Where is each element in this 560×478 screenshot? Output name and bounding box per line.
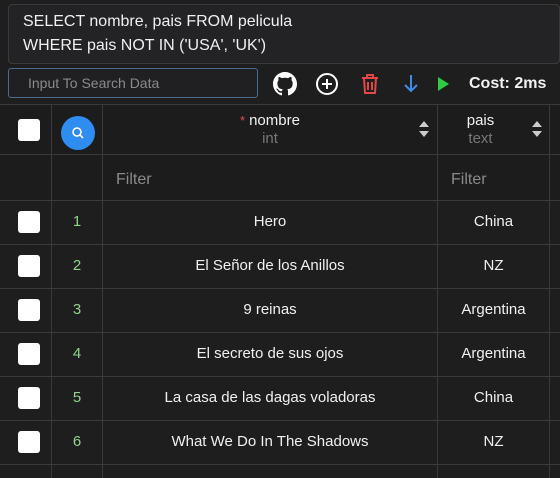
cell-nombre[interactable]: 9 reinas [103,301,437,318]
row-checkbox[interactable] [18,211,40,233]
filter-input-nombre[interactable] [116,166,426,194]
add-circle-icon[interactable] [314,71,340,97]
grid-line [0,154,560,155]
table-row[interactable]: 5 La casa de las dagas voladoras China [0,376,560,420]
cell-nombre[interactable]: El Señor de los Anillos [103,257,437,274]
cell-pais[interactable]: NZ [438,257,549,274]
sql-line-2: WHERE pais NOT IN ('USA', 'UK') [23,37,267,54]
column-type-nombre: int [262,130,278,147]
row-search-button[interactable] [61,116,95,150]
cell-pais[interactable]: Argentina [438,345,549,362]
grid-line [549,104,550,478]
row-checkbox[interactable] [18,387,40,409]
column-name-nombre: nombre [249,112,300,129]
table-row[interactable]: 4 El secreto de sus ojos Argentina [0,332,560,376]
sql-editor[interactable]: SELECT nombre, pais FROM pelicula WHERE … [8,4,560,64]
download-icon[interactable] [398,71,424,97]
row-number: 2 [72,257,82,274]
grid-line [437,104,438,478]
cell-pais[interactable]: NZ [438,433,549,450]
row-checkbox[interactable] [18,431,40,453]
delete-icon[interactable] [357,71,383,97]
table-row[interactable]: 3 9 reinas Argentina [0,288,560,332]
grid-line [0,376,560,377]
table-row[interactable]: 2 El Señor de los Anillos NZ [0,244,560,288]
cell-pais[interactable]: Argentina [438,301,549,318]
row-number: 1 [72,213,82,230]
data-grid: *nombre int pais text 1HeroChina2El Seño… [0,104,560,478]
row-number: 3 [72,301,82,318]
select-all-checkbox[interactable] [18,119,40,141]
search-icon [72,127,84,139]
grid-line [0,288,560,289]
cell-nombre[interactable]: El secreto de sus ojos [103,345,437,362]
column-type-pais: text [468,130,493,147]
cell-nombre[interactable]: What We Do In The Shadows [103,433,437,450]
sort-icon-pais[interactable] [530,120,544,143]
row-checkbox[interactable] [18,343,40,365]
table-row[interactable]: 6 What We Do In The Shadows NZ [0,420,560,464]
column-header-pais[interactable]: pais text [438,112,523,148]
cell-pais[interactable]: China [438,213,549,230]
header-row: * nombre int pais text [0,104,560,154]
grid-line [0,332,560,333]
column-name-pais: pais [466,112,495,129]
search-input[interactable] [8,68,258,98]
grid-line [0,244,560,245]
sql-line-1: SELECT nombre, pais FROM pelicula [23,13,293,30]
row-number: 6 [72,433,82,450]
run-icon[interactable] [430,71,456,97]
grid-line [51,104,52,478]
cell-pais[interactable]: China [438,389,549,406]
cell-nombre[interactable]: La casa de las dagas voladoras [103,389,437,406]
github-icon[interactable] [272,71,298,97]
toolbar: Cost: 2ms [0,66,560,100]
table-row[interactable]: 1 Hero China [0,200,560,244]
sort-icon-nombre[interactable] [417,120,431,143]
column-header-nombre[interactable]: * nombre int [103,112,437,148]
grid-line [0,420,560,421]
row-checkbox[interactable] [18,299,40,321]
row-number: 4 [72,345,82,362]
row-number: 5 [72,389,82,406]
filter-input-pais[interactable] [451,166,546,194]
grid-line [0,464,560,465]
required-marker: * [240,113,246,128]
grid-line [0,200,560,201]
cell-nombre[interactable]: Hero [103,213,437,230]
cost-label: Cost: 2ms [469,75,547,92]
grid-line [102,104,103,478]
row-checkbox[interactable] [18,255,40,277]
grid-line [0,104,560,105]
